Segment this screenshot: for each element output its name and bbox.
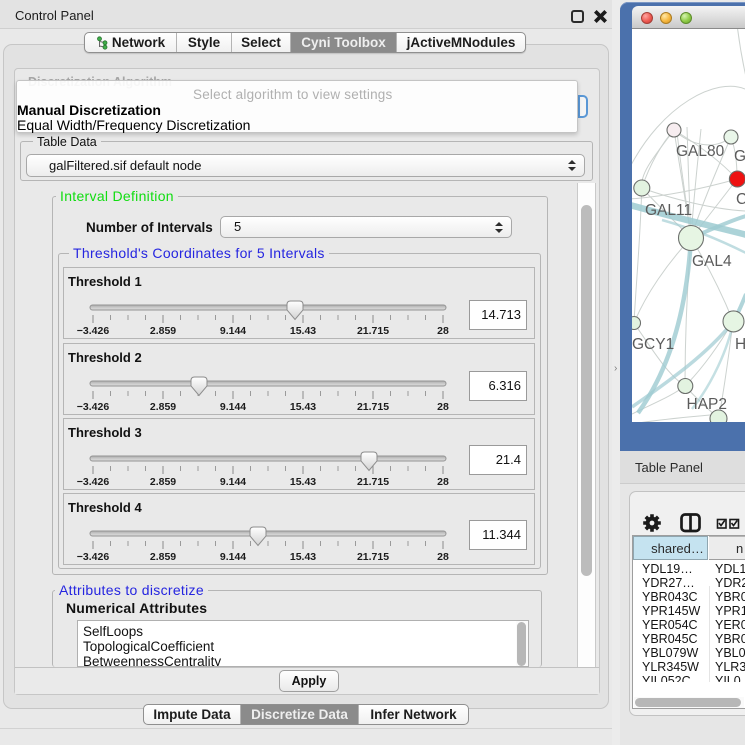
- svg-text:C: C: [736, 191, 745, 208]
- svg-text:2.859: 2.859: [150, 551, 176, 563]
- svg-text:28: 28: [437, 325, 449, 337]
- svg-text:9.144: 9.144: [220, 551, 246, 563]
- svg-text:9.144: 9.144: [220, 476, 246, 488]
- svg-text:15.43: 15.43: [290, 551, 316, 563]
- svg-text:21.715: 21.715: [357, 325, 389, 337]
- svg-text:28: 28: [437, 551, 449, 563]
- svg-text:H: H: [735, 336, 745, 353]
- svg-text:GAL80: GAL80: [676, 143, 725, 160]
- svg-text:21.715: 21.715: [357, 401, 389, 413]
- svg-text:15.43: 15.43: [290, 325, 316, 337]
- svg-text:21.715: 21.715: [357, 476, 389, 488]
- svg-text:−3.426: −3.426: [77, 476, 110, 488]
- svg-text:15.43: 15.43: [290, 476, 316, 488]
- svg-text:GCY1: GCY1: [632, 336, 674, 353]
- svg-text:28: 28: [437, 401, 449, 413]
- svg-text:21.715: 21.715: [357, 551, 389, 563]
- svg-text:28: 28: [437, 476, 449, 488]
- svg-text:9.144: 9.144: [220, 325, 246, 337]
- svg-text:−3.426: −3.426: [77, 325, 110, 337]
- svg-text:GAL4: GAL4: [692, 253, 732, 270]
- svg-text:HAP2: HAP2: [687, 396, 728, 413]
- svg-text:2.859: 2.859: [150, 401, 176, 413]
- svg-text:−3.426: −3.426: [77, 551, 110, 563]
- svg-text:−3.426: −3.426: [77, 401, 110, 413]
- svg-text:G.: G.: [734, 148, 745, 165]
- svg-text:2.859: 2.859: [150, 325, 176, 337]
- svg-text:9.144: 9.144: [220, 401, 246, 413]
- svg-text:15.43: 15.43: [290, 401, 316, 413]
- svg-text:GAL11: GAL11: [645, 202, 692, 219]
- svg-text:2.859: 2.859: [150, 476, 176, 488]
